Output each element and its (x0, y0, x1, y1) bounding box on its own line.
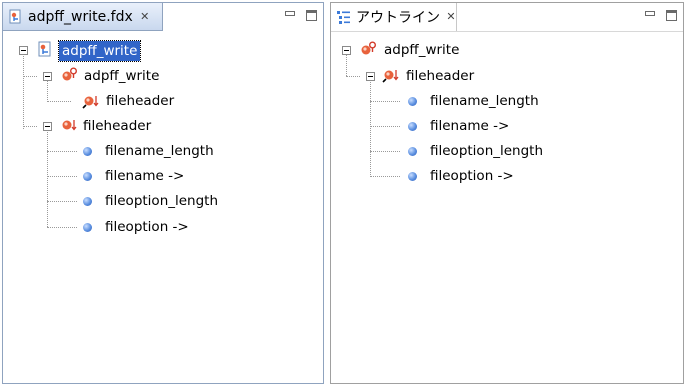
record-structure-icon (61, 67, 77, 83)
field-icon (408, 122, 417, 131)
close-icon[interactable]: ✕ (446, 11, 456, 23)
outline-tree: adpff_write fileheader filename_length f… (331, 31, 683, 383)
field-icon (408, 172, 417, 181)
outline-tabbar: アウトライン ✕ (331, 3, 683, 32)
outline-icon (336, 10, 351, 25)
tree-node-label[interactable]: adpff_write (84, 66, 159, 86)
fdx-file-icon (8, 9, 23, 24)
tree-field-label[interactable]: filename -> (430, 116, 509, 136)
tree-field-label[interactable]: fileoption -> (105, 217, 189, 237)
tree-root-label[interactable]: adpff_write (57, 40, 142, 62)
minimize-button[interactable] (644, 10, 656, 20)
tree-node-label[interactable]: fileheader (406, 66, 474, 86)
field-icon (83, 223, 92, 232)
tree-field-label[interactable]: filename -> (105, 166, 184, 186)
editor-tree: adpff_write adpff_write fileheader fileh… (3, 31, 323, 383)
tree-field-label[interactable]: fileoption -> (430, 166, 514, 186)
collapse-toggle[interactable] (43, 72, 52, 81)
field-icon (408, 97, 417, 106)
tree-root-label[interactable]: adpff_write (384, 40, 459, 60)
field-icon (408, 147, 417, 156)
minimize-button[interactable] (284, 10, 296, 20)
collapse-toggle[interactable] (366, 72, 375, 81)
editor-tab[interactable]: adpff_write.fdx ✕ (3, 3, 163, 31)
tree-field-label[interactable]: fileoption_length (430, 141, 543, 161)
outline-panel: アウトライン ✕ adpff_write fileheader filename… (330, 2, 684, 384)
maximize-button[interactable] (306, 10, 317, 21)
maximize-button[interactable] (666, 10, 677, 21)
field-icon (83, 197, 92, 206)
record-structure-icon (360, 41, 376, 57)
close-icon[interactable]: ✕ (139, 10, 151, 23)
tree-node-label[interactable]: fileheader (83, 116, 151, 136)
reference-structure-icon (82, 93, 99, 109)
tree-node-label[interactable]: fileheader (106, 91, 174, 111)
fdx-file-icon (37, 41, 53, 57)
editor-panel: adpff_write.fdx ✕ adpff_write adpff_writ… (2, 2, 324, 384)
editor-tabbar: adpff_write.fdx ✕ (3, 3, 323, 31)
reference-structure-icon (382, 67, 399, 83)
tree-field-label[interactable]: filename_length (105, 141, 214, 161)
collapse-toggle[interactable] (342, 46, 351, 55)
structure-icon (61, 117, 77, 133)
field-icon (83, 147, 92, 156)
outline-tab-title: アウトライン (356, 10, 440, 26)
editor-tab-title: adpff_write.fdx (28, 8, 133, 25)
collapse-toggle[interactable] (19, 46, 28, 55)
field-icon (83, 172, 92, 181)
tree-field-label[interactable]: filename_length (430, 91, 539, 111)
tree-field-label[interactable]: fileoption_length (105, 191, 218, 211)
outline-tab[interactable]: アウトライン ✕ (331, 3, 457, 31)
collapse-toggle[interactable] (43, 122, 52, 131)
